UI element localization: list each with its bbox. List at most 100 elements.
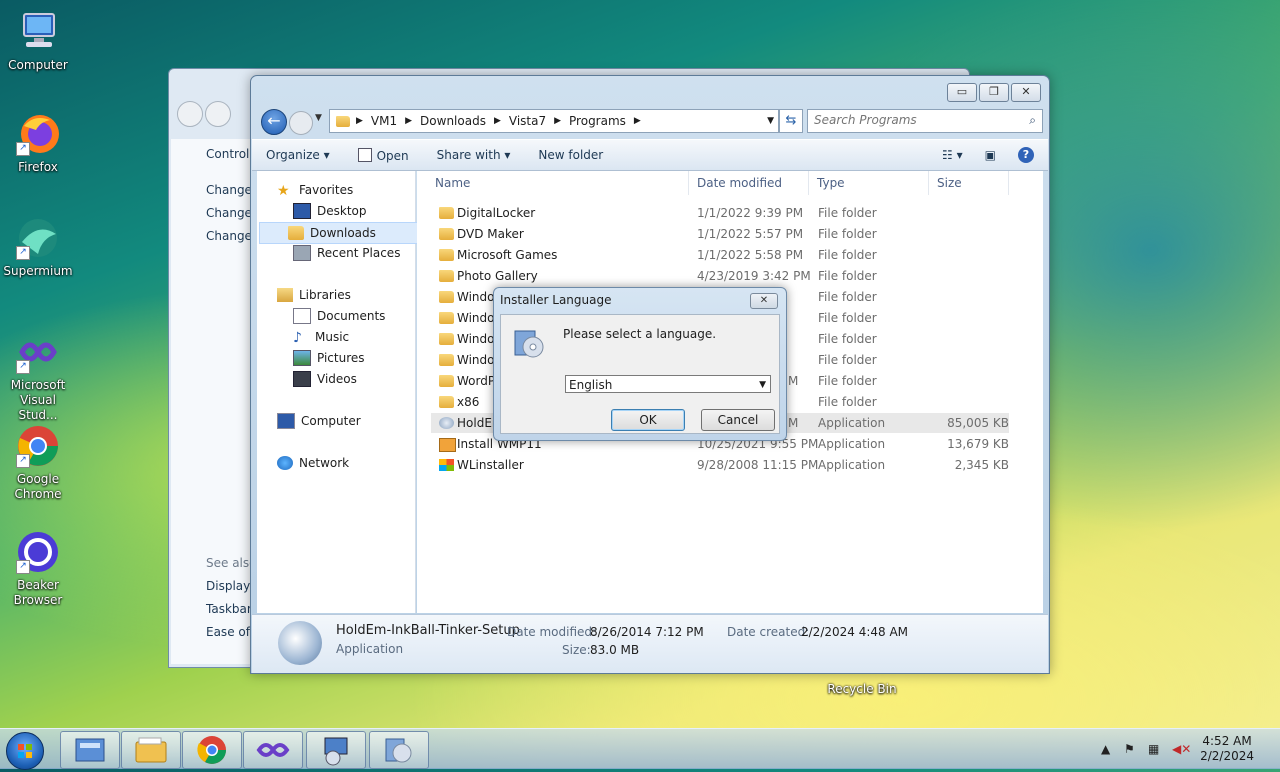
nav-computer[interactable]: Computer [277, 411, 427, 431]
open-icon [357, 147, 372, 162]
cancel-button[interactable]: Cancel [701, 409, 775, 431]
breadcrumb-chevron-icon[interactable]: ▶ [494, 116, 501, 126]
file-type: File folder [818, 374, 877, 388]
column-header-name[interactable]: Name [427, 171, 689, 195]
clock[interactable]: 4:52 AM 2/2/2024 [1200, 734, 1254, 764]
nav-label: Downloads [310, 226, 376, 240]
breadcrumb-chevron-icon[interactable]: ▶ [634, 116, 641, 126]
folder-icon [439, 333, 454, 345]
back-window-nav [177, 101, 233, 130]
nav-network[interactable]: Network [277, 453, 427, 473]
control-panel-icon [75, 738, 105, 762]
ok-button[interactable]: OK [611, 409, 685, 431]
address-bar[interactable]: ▶ VM1 ▶ Downloads ▶ Vista7 ▶ Programs ▶ … [329, 109, 779, 133]
taskbar-visual-studio[interactable] [243, 731, 303, 769]
installer-large-icon [278, 621, 322, 665]
maximize-button[interactable]: ❐ [979, 83, 1009, 102]
shortcut-arrow-icon: ↗ [16, 246, 30, 260]
file-date: 1/1/2022 5:57 PM [697, 227, 804, 241]
downloads-folder-icon [288, 226, 304, 240]
taskbar-explorer[interactable] [121, 731, 181, 769]
details-date-created-label: Date created: [727, 625, 810, 639]
breadcrumb-downloads[interactable]: Downloads [420, 114, 486, 128]
file-size: 2,345 KB [954, 458, 1009, 472]
search-input[interactable] [808, 110, 1020, 130]
dialog-title: Installer Language [500, 293, 612, 307]
open-button[interactable]: Open [344, 147, 423, 163]
search-icon[interactable]: ⌕ [1029, 113, 1036, 128]
breadcrumb-chevron-icon[interactable]: ▶ [554, 116, 561, 126]
file-row[interactable]: WLinstaller 9/28/2008 11:15 PM Applicati… [431, 455, 1009, 475]
back-window-link[interactable]: Display [206, 579, 250, 593]
preview-pane-icon[interactable]: ▣ [985, 148, 996, 162]
desktop-icon-beaker[interactable]: ↗ Beaker Browser [0, 530, 76, 608]
supermium-icon: ↗ [16, 216, 60, 260]
file-row[interactable]: DigitalLocker 1/1/2022 9:39 PM File fold… [431, 203, 1009, 223]
column-header-type[interactable]: Type [809, 171, 929, 195]
file-name: Microsoft Games [457, 248, 558, 262]
search-box[interactable]: ⌕ [807, 109, 1043, 133]
desktop-icon-chrome[interactable]: ↗ Google Chrome [0, 424, 76, 502]
open-label: Open [376, 148, 409, 163]
breadcrumb-chevron-icon[interactable]: ▶ [356, 116, 363, 126]
desktop-icon-supermium[interactable]: ↗ Supermium [0, 216, 76, 279]
column-header-size[interactable]: Size [929, 171, 1009, 195]
taskbar-installer-language[interactable] [369, 731, 429, 769]
column-header-date-modified[interactable]: Date modified [689, 171, 809, 195]
file-type: Application [818, 458, 886, 472]
nav-label: Libraries [299, 288, 351, 302]
help-icon[interactable]: ? [1018, 147, 1034, 163]
shortcut-arrow-icon: ↗ [16, 142, 30, 156]
file-size: 85,005 KB [947, 416, 1009, 430]
refresh-button[interactable]: ⇆ [779, 109, 803, 133]
nav-favorites[interactable]: ★ Favorites [277, 180, 427, 200]
organize-button[interactable]: Organize ▾ [252, 148, 344, 162]
network-tray-icon[interactable]: ▦ [1148, 742, 1159, 756]
desktop-icon-visual-studio[interactable]: ↗ Microsoft Visual Stud... [0, 330, 76, 423]
view-options-icon[interactable]: ☷ ▾ [942, 148, 963, 162]
nav-label: Pictures [317, 351, 365, 365]
new-folder-button[interactable]: New folder [524, 148, 617, 162]
nav-downloads[interactable]: Downloads [259, 222, 425, 244]
volume-muted-icon[interactable]: ◀✕ [1172, 742, 1191, 756]
desktop-icon-recycle-bin[interactable]: Recycle Bin [824, 682, 900, 697]
file-row[interactable]: Photo Gallery 4/23/2019 3:42 PM File fol… [431, 266, 1009, 286]
nav-libraries[interactable]: Libraries [277, 285, 427, 305]
close-button[interactable]: ✕ [1011, 83, 1041, 102]
minimize-button[interactable]: ▭ [947, 83, 977, 102]
file-row[interactable]: Microsoft Games 1/1/2022 5:58 PM File fo… [431, 245, 1009, 265]
dialog-close-button[interactable]: ✕ [750, 293, 778, 309]
taskbar-installer[interactable] [306, 731, 366, 769]
file-row[interactable]: DVD Maker 1/1/2022 5:57 PM File folder [431, 224, 1009, 244]
back-window-link[interactable]: Change [206, 183, 252, 197]
back-window-link[interactable]: Change [206, 206, 252, 220]
file-name: WordP [457, 374, 496, 388]
file-type: File folder [818, 353, 877, 367]
installer-language-dialog[interactable]: Installer Language ✕ Please select a lan… [493, 287, 787, 441]
file-name: Photo Gallery [457, 269, 538, 283]
recent-pages-chevron-icon[interactable]: ▼ [315, 113, 322, 123]
back-window-link[interactable]: Taskbar [206, 602, 252, 616]
language-select[interactable]: English ▼ [565, 375, 771, 393]
breadcrumb-vm1[interactable]: VM1 [371, 114, 397, 128]
taskbar-chrome[interactable] [182, 731, 242, 769]
chevron-down-icon[interactable]: ▼ [759, 376, 766, 394]
desktop-icon-firefox[interactable]: ↗ Firefox [0, 112, 76, 175]
file-name: DigitalLocker [457, 206, 536, 220]
back-window-link[interactable]: Change [206, 229, 252, 243]
file-name: DVD Maker [457, 227, 524, 241]
breadcrumb-programs[interactable]: Programs [569, 114, 626, 128]
back-button[interactable]: ← [261, 109, 287, 135]
breadcrumb-chevron-icon[interactable]: ▶ [405, 116, 412, 126]
address-dropdown-icon[interactable]: ▼ [767, 116, 774, 126]
file-type: File folder [818, 269, 877, 283]
action-center-flag-icon[interactable]: ⚑ [1124, 742, 1135, 756]
taskbar-control-panel[interactable] [60, 731, 120, 769]
breadcrumb-vista7[interactable]: Vista7 [509, 114, 546, 128]
forward-button[interactable] [289, 111, 313, 135]
start-button[interactable] [6, 732, 44, 770]
share-with-button[interactable]: Share with ▾ [423, 148, 525, 162]
videos-icon [293, 371, 311, 387]
show-hidden-icons-icon[interactable]: ▲ [1101, 742, 1110, 756]
desktop-icon-computer[interactable]: Computer [0, 10, 76, 73]
